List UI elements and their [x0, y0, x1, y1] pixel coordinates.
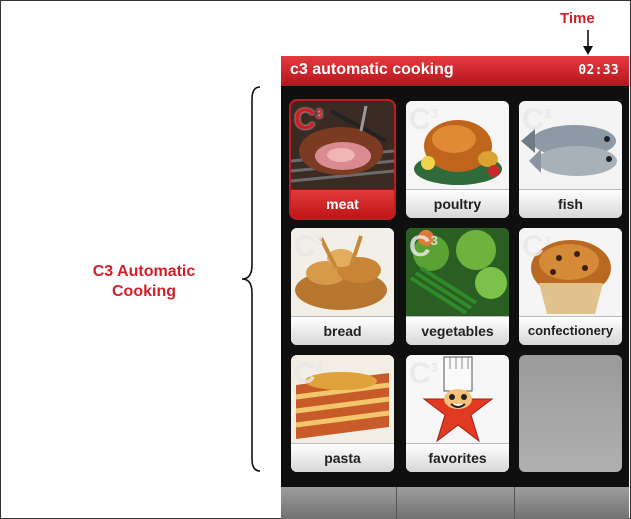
tile-fish[interactable]: C3 fish [519, 101, 622, 218]
section-annotation-label: C3 Automatic Cooking [92, 263, 196, 300]
tile-label: vegetables [406, 316, 509, 345]
tile-label: poultry [406, 189, 509, 218]
c3-badge: C3 [294, 103, 323, 136]
c3-badge: C3 [409, 103, 438, 136]
tile-confectionery[interactable]: C3 confectionery [519, 228, 622, 345]
device-screen: c3 automatic cooking 02:33 C3 meat C3 po… [281, 56, 629, 519]
tile-meat[interactable]: C3 meat [289, 99, 396, 220]
tile-favorites[interactable]: C3 favorites [406, 355, 509, 472]
curly-brace-icon [241, 86, 261, 472]
app-title: c3 automatic cooking [290, 61, 454, 78]
tile-label: favorites [406, 443, 509, 472]
time-annotation-arrow [583, 30, 593, 55]
tile-pasta[interactable]: C3 pasta [291, 355, 394, 472]
tile-empty [519, 355, 622, 472]
tile-poultry[interactable]: C3 poultry [406, 101, 509, 218]
tile-label: bread [291, 316, 394, 345]
softkey-right[interactable] [515, 487, 629, 519]
tile-vegetables[interactable]: C3 vegetables [406, 228, 509, 345]
tile-label: meat [291, 189, 394, 218]
clock-display: 02:33 [578, 63, 619, 78]
tile-label: pasta [291, 443, 394, 472]
tile-label: confectionery [519, 316, 622, 345]
time-annotation-label: Time [560, 10, 595, 27]
app-header: c3 automatic cooking 02:33 [281, 56, 629, 87]
bottom-softkey-bar [281, 487, 629, 519]
tile-label: fish [519, 189, 622, 218]
softkey-middle[interactable] [397, 487, 515, 519]
c3-badge: C3 [409, 357, 438, 390]
c3-badge: C3 [522, 103, 551, 136]
tile-bread[interactable]: C3 bread [291, 228, 394, 345]
softkey-left[interactable] [281, 487, 397, 519]
c3-badge: C3 [409, 230, 438, 263]
c3-badge: C3 [522, 230, 551, 263]
c3-badge: C3 [294, 357, 323, 390]
c3-badge: C3 [294, 230, 323, 263]
